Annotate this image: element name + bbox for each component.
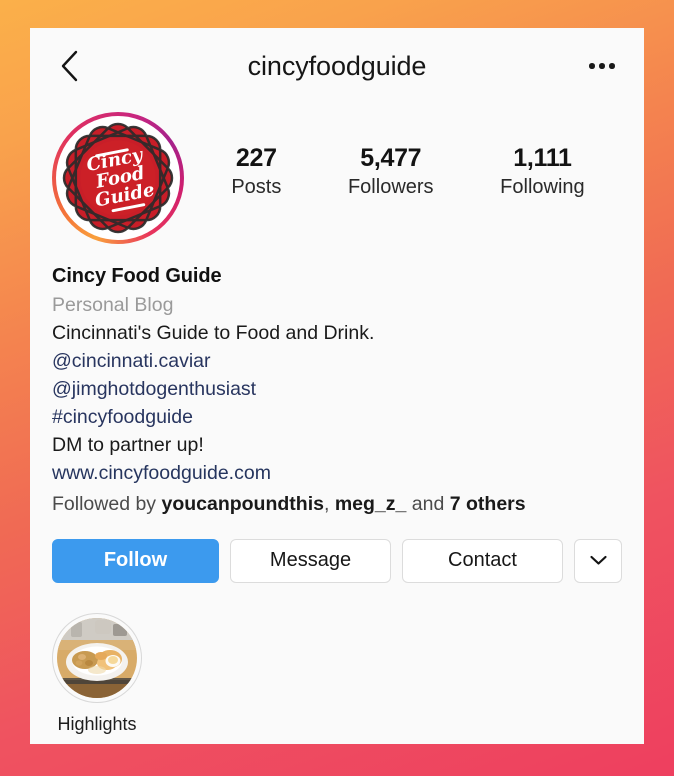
stat-followers[interactable]: 5,477 Followers (348, 144, 434, 200)
stat-value: 5,477 (360, 144, 422, 172)
message-button[interactable]: Message (230, 538, 391, 583)
followed-by-conjunction: and (406, 493, 450, 516)
follow-button[interactable]: Follow (52, 538, 219, 583)
bio-mention-cincinnati-caviar[interactable]: @cincinnati.caviar (52, 347, 622, 375)
highlight-label: Highlights (57, 713, 137, 734)
highlight-ring (52, 612, 142, 703)
stat-label: Posts (231, 175, 282, 198)
account-category: Personal Blog (52, 293, 174, 316)
bio-hashtag-cincyfoodguide[interactable]: #cincyfoodguide (52, 403, 622, 431)
stat-following[interactable]: 1,111 Following (500, 144, 584, 200)
followed-by-prefix: Followed by (52, 493, 162, 516)
stat-value: 227 (235, 144, 277, 172)
contact-button[interactable]: Contact (402, 538, 563, 583)
more-options-button[interactable] (582, 49, 622, 83)
highlights-row: Highlights (30, 583, 644, 735)
bio-line: Cincinnati's Guide to Food and Drink. (52, 321, 375, 344)
ellipsis-icon (589, 63, 595, 69)
stat-posts[interactable]: 227 Posts (231, 144, 281, 200)
stats-row: 227 Posts 5,477 Followers 1,111 Followin… (184, 112, 622, 200)
highlight-item[interactable]: Highlights (52, 612, 142, 735)
ellipsis-icon (599, 63, 605, 69)
followed-by-separator: , (323, 493, 335, 516)
avatar: Cincy Food Guide (61, 121, 175, 235)
website-link[interactable]: www.cincyfoodguide.com (52, 459, 622, 487)
ellipsis-icon (609, 63, 615, 69)
stat-value: 1,111 (513, 144, 572, 172)
app-header: cincyfoodguide (30, 28, 644, 104)
bio-mention-jimghotdogenthusiast[interactable]: @jimghotdogenthusiast (52, 375, 622, 403)
back-button[interactable] (52, 49, 86, 83)
avatar-inner-border: Cincy Food Guide (56, 116, 180, 240)
chevron-down-icon (589, 549, 608, 572)
chevron-left-icon (58, 49, 80, 83)
action-buttons: Follow Message Contact (30, 519, 644, 583)
profile-card: cincyfoodguide Cincy Food Guide 227 Post… (30, 28, 644, 744)
stat-label: Following (500, 175, 585, 198)
display-name: Cincy Food Guide (52, 265, 222, 287)
followed-by[interactable]: Followed by youcanpoundthis, meg_z_ and … (30, 487, 644, 518)
more-actions-dropdown-button[interactable] (574, 538, 622, 583)
highlight-thumbnail (57, 617, 137, 698)
bio-line: DM to partner up! (52, 434, 204, 457)
followed-by-user[interactable]: youcanpoundthis (161, 493, 324, 515)
followed-by-others[interactable]: 7 others (450, 493, 526, 515)
profile-summary: Cincy Food Guide 227 Posts 5,477 Followe… (30, 104, 644, 244)
bio-section: Cincy Food Guide Personal Blog Cincinnat… (30, 244, 644, 487)
avatar-story-ring[interactable]: Cincy Food Guide (52, 112, 184, 244)
followed-by-user[interactable]: meg_z_ (335, 493, 407, 515)
page-title: cincyfoodguide (247, 50, 427, 81)
stat-label: Followers (347, 175, 434, 198)
